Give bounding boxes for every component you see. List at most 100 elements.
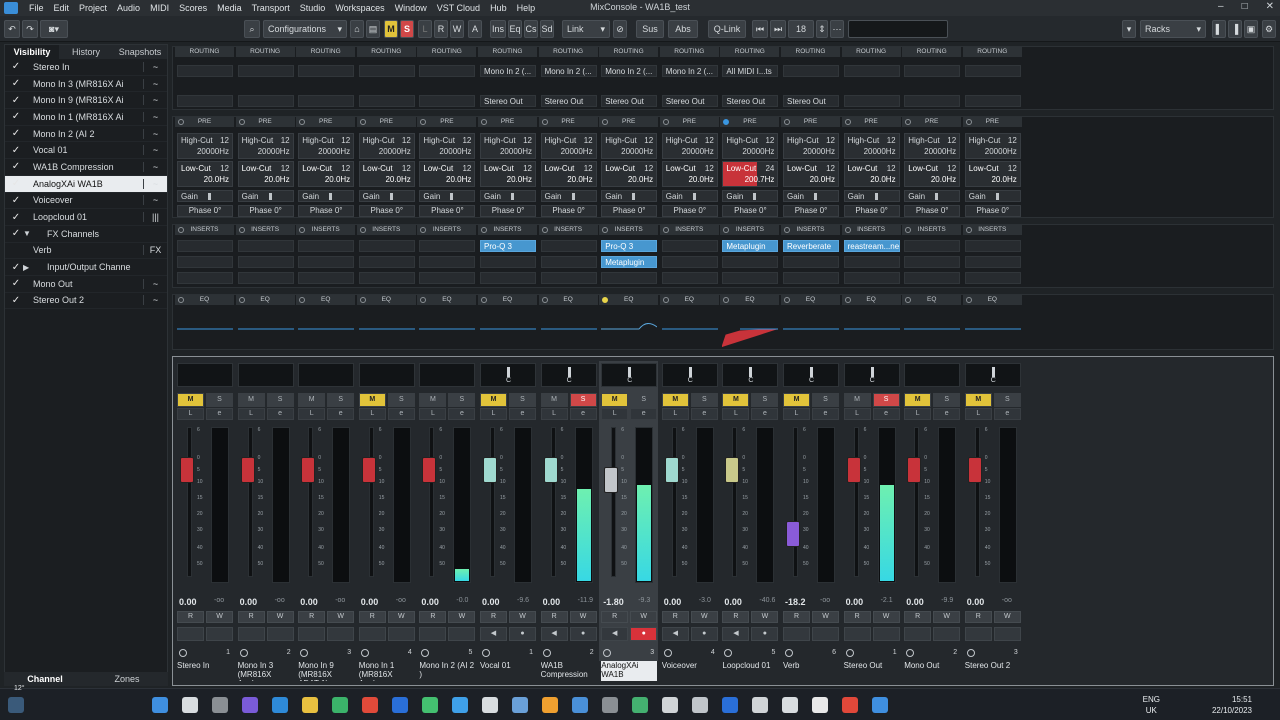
monitor-button[interactable]: [177, 627, 204, 641]
rack-header[interactable]: PRE: [235, 117, 296, 127]
read-automation-button[interactable]: R: [419, 611, 447, 623]
listen-button[interactable]: L: [540, 408, 568, 420]
lock-icon[interactable]: ⌂: [350, 20, 364, 38]
rack-bypass-icon[interactable]: [238, 119, 245, 125]
insert-slot[interactable]: Pro-Q 3: [601, 240, 658, 252]
volume-value[interactable]: -18.2: [785, 597, 806, 607]
pan-indicator[interactable]: [870, 367, 874, 377]
rack-header[interactable]: EQ: [175, 295, 235, 305]
low-cut-control[interactable]: Low-Cut 12 20.0Hz: [177, 161, 233, 187]
rack-header[interactable]: ROUTING: [235, 47, 296, 57]
rack-header[interactable]: EQ: [417, 295, 478, 305]
insert-slot[interactable]: [237, 240, 294, 252]
routing-slot[interactable]: Stereo Out: [783, 95, 839, 107]
rack-header[interactable]: PRE: [902, 117, 963, 127]
monitor-button[interactable]: ◀: [480, 627, 507, 641]
write-automation-button[interactable]: W: [387, 611, 415, 623]
rack-header[interactable]: INSERTS: [417, 225, 478, 235]
listen-button[interactable]: L: [964, 408, 992, 420]
eq-curve[interactable]: [843, 309, 900, 347]
app-icon[interactable]: [332, 697, 348, 713]
insert-slot-empty[interactable]: [843, 272, 900, 284]
gain-knob[interactable]: [511, 193, 514, 200]
gain-knob[interactable]: [692, 193, 696, 200]
visibility-item[interactable]: ✓ ▼ FX Channels: [5, 226, 167, 243]
search-icon[interactable]: ⌕: [244, 20, 260, 38]
mute-button[interactable]: M: [298, 393, 326, 407]
listen-button[interactable]: L: [843, 408, 871, 420]
listen-button[interactable]: L: [722, 408, 750, 420]
gain-control[interactable]: Gain: [419, 190, 476, 202]
volume-fader-handle[interactable]: [846, 457, 861, 483]
volume-fader-handle[interactable]: [967, 457, 982, 483]
panner-display[interactable]: C: [480, 363, 536, 387]
rack-bypass-icon[interactable]: [905, 227, 912, 233]
layout-icon[interactable]: ▤: [366, 20, 380, 38]
low-cut-control[interactable]: Low-Cut 12 20.0Hz: [480, 161, 536, 187]
write-automation-button[interactable]: W: [751, 611, 779, 623]
panner-display[interactable]: [904, 363, 961, 387]
low-cut-control[interactable]: Low-Cut 12 20.0Hz: [358, 161, 415, 187]
monitor-button[interactable]: [298, 627, 326, 641]
menu-item-studio[interactable]: Studio: [295, 3, 331, 13]
link-ring-icon[interactable]: [966, 649, 975, 657]
volume-fader-handle[interactable]: [301, 457, 316, 483]
panner-display[interactable]: [358, 363, 415, 387]
channel-name[interactable]: AnalogXAi WA1B: [601, 661, 658, 681]
write-automation-button[interactable]: W: [266, 611, 294, 623]
gain-control[interactable]: Gain: [601, 190, 658, 202]
eq-curve[interactable]: [904, 309, 961, 347]
visibility-check-icon[interactable]: ✓: [9, 278, 23, 289]
channel-name[interactable]: Mono Out: [904, 661, 960, 681]
folder-open-icon[interactable]: ▼: [23, 229, 37, 238]
listen-button[interactable]: L: [661, 408, 689, 420]
rack-header[interactable]: EQ: [538, 295, 599, 305]
eq-curve[interactable]: [601, 309, 658, 347]
rack-bypass-icon[interactable]: [238, 297, 245, 303]
rack-header[interactable]: EQ: [902, 295, 963, 305]
routing-slot[interactable]: [783, 65, 839, 77]
volume-value[interactable]: 0.00: [300, 597, 318, 607]
gain-control[interactable]: Gain: [904, 190, 961, 202]
routing-slot[interactable]: [237, 65, 294, 77]
rack-header[interactable]: ROUTING: [417, 47, 478, 57]
rack-bypass-icon[interactable]: [178, 119, 184, 125]
rack-header[interactable]: PRE: [720, 117, 781, 127]
solo-button[interactable]: S: [933, 393, 961, 407]
volume-fader-handle[interactable]: [786, 521, 800, 547]
rack-bypass-icon[interactable]: [784, 119, 790, 125]
link-ring-icon[interactable]: [179, 649, 187, 657]
cs-button[interactable]: Cs: [524, 20, 538, 38]
volume-value[interactable]: 0.00: [906, 597, 924, 607]
fader-track[interactable]: [429, 427, 435, 577]
phase-button[interactable]: Phase 0°: [298, 205, 355, 217]
write-automation-button[interactable]: W: [690, 611, 718, 623]
rack-header[interactable]: INSERTS: [235, 225, 296, 235]
peak-value[interactable]: -oo: [1002, 597, 1012, 604]
prev-channel-icon[interactable]: ⏮: [752, 20, 768, 38]
rack-header[interactable]: ROUTING: [538, 47, 599, 57]
app-icon[interactable]: [842, 697, 858, 713]
write-automation-button[interactable]: W: [812, 611, 839, 623]
rack-bypass-icon[interactable]: [784, 297, 790, 303]
rack-header[interactable]: INSERTS: [902, 225, 963, 235]
rack-header[interactable]: EQ: [659, 295, 720, 305]
listen-button[interactable]: L: [237, 408, 265, 420]
menu-item-vst-cloud[interactable]: VST Cloud: [432, 3, 485, 13]
gain-control[interactable]: Gain: [843, 190, 900, 202]
mute-button[interactable]: M: [358, 393, 386, 407]
read-automation-button[interactable]: R: [904, 611, 932, 623]
maximize-icon[interactable]: □: [1242, 1, 1248, 12]
record-enable-button[interactable]: [327, 627, 355, 641]
fader-track[interactable]: [974, 427, 980, 577]
mute-button[interactable]: M: [783, 393, 810, 407]
rack-header[interactable]: EQ: [781, 295, 841, 305]
read-automation-button[interactable]: R: [601, 611, 629, 623]
rack-bypass-icon[interactable]: [420, 119, 427, 125]
write-automation-button[interactable]: W: [569, 611, 597, 623]
phase-button[interactable]: Phase 0°: [540, 205, 597, 217]
rack-header[interactable]: EQ: [296, 295, 357, 305]
volume-value[interactable]: 0.00: [421, 597, 439, 607]
visibility-check-icon[interactable]: ✓: [9, 78, 23, 89]
phase-button[interactable]: Phase 0°: [480, 205, 536, 217]
